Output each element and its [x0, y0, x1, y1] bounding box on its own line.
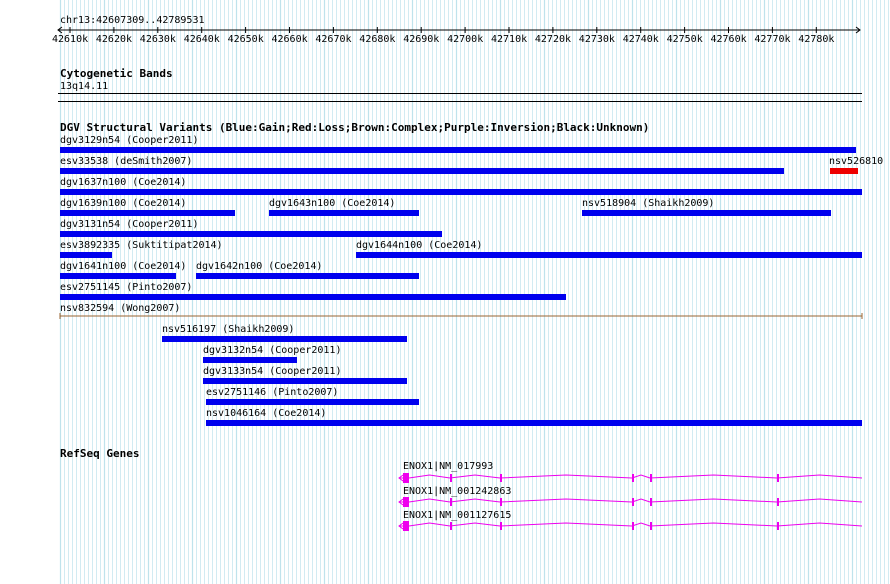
variant-bar[interactable] [60, 252, 112, 258]
variant-label[interactable]: dgv3129n54 (Cooper2011) [60, 135, 198, 146]
variant-label[interactable]: nsv526810 [829, 156, 883, 167]
variant-label[interactable]: dgv3131n54 (Cooper2011) [60, 219, 198, 230]
variant-bar[interactable] [206, 420, 862, 426]
ruler-tick-label: 42760k [710, 34, 747, 45]
variant-label[interactable]: esv3892335 (Suktitipat2014) [60, 240, 223, 251]
ruler-tick-label: 42630k [139, 34, 176, 45]
ruler-tick-label: 42610k [52, 34, 89, 45]
refseq-track-title: RefSeq Genes [60, 447, 140, 460]
variant-bar[interactable] [60, 147, 856, 153]
cytoband-bottom-line [58, 101, 862, 102]
variant-label[interactable]: esv33538 (deSmith2007) [60, 156, 192, 167]
dgv-track-title: DGV Structural Variants (Blue:Gain;Red:L… [60, 121, 650, 134]
variant-label[interactable]: esv2751146 (Pinto2007) [206, 387, 338, 398]
ruler-tick-label: 42640k [183, 34, 220, 45]
variant-label[interactable]: dgv3132n54 (Cooper2011) [203, 345, 341, 356]
ruler-tick-label: 42750k [666, 34, 703, 45]
variant-bar[interactable] [582, 210, 831, 216]
variant-bar[interactable] [206, 399, 419, 405]
ruler-tick-label: 42710k [491, 34, 528, 45]
variant-label[interactable]: dgv1644n100 (Coe2014) [356, 240, 482, 251]
variant-bar[interactable] [60, 189, 862, 195]
variant-label[interactable]: nsv516197 (Shaikh2009) [162, 324, 294, 335]
variant-bar[interactable] [60, 168, 784, 174]
ruler-tick-label: 42740k [622, 34, 659, 45]
genome-browser-panel: chr13:42607309..42789531 42610k 42620k 426… [0, 0, 890, 584]
variant-bar[interactable] [356, 252, 862, 258]
variant-bar[interactable] [60, 273, 176, 279]
transcript-model[interactable] [396, 518, 864, 534]
variant-label[interactable]: dgv3133n54 (Cooper2011) [203, 366, 341, 377]
cytoband-label: 13q14.11 [60, 81, 109, 92]
variant-label[interactable]: dgv1639n100 (Coe2014) [60, 198, 186, 209]
cytoband-track-title: Cytogenetic Bands [60, 67, 173, 80]
variant-bar[interactable] [830, 168, 858, 174]
variant-label[interactable]: nsv518904 (Shaikh2009) [582, 198, 714, 209]
variant-bar[interactable] [269, 210, 419, 216]
ruler-tick-label: 42720k [534, 34, 572, 45]
ruler-tick-label: 42680k [359, 34, 396, 45]
variant-bar[interactable] [60, 210, 235, 216]
ruler-tick-label: 42780k [798, 34, 835, 45]
cytoband-top-line [58, 93, 862, 94]
ruler-tick-label: 42700k [447, 34, 484, 45]
ruler-tick-label: 42730k [578, 34, 615, 45]
variant-bar[interactable] [60, 294, 566, 300]
variant-label[interactable]: dgv1637n100 (Coe2014) [60, 177, 186, 188]
variant-label[interactable]: esv2751145 (Pinto2007) [60, 282, 192, 293]
variant-label[interactable]: dgv1642n100 (Coe2014) [196, 261, 322, 272]
variant-label[interactable]: dgv1641n100 (Coe2014) [60, 261, 186, 272]
variant-bar[interactable] [196, 273, 419, 279]
transcript-model[interactable] [396, 494, 864, 510]
ruler-tick-label: 42770k [754, 34, 791, 45]
variant-bar[interactable] [60, 231, 442, 237]
variant-label[interactable]: dgv1643n100 (Coe2014) [269, 198, 395, 209]
variant-bar[interactable] [162, 336, 407, 342]
ruler-tick-label: 42620k [95, 34, 133, 45]
variant-bar[interactable] [203, 357, 297, 363]
variant-bar[interactable] [203, 378, 407, 384]
variant-span-line[interactable] [59, 312, 863, 320]
ruler-tick-label: 42690k [403, 34, 440, 45]
ruler-tick-label: 42670k [315, 34, 352, 45]
ruler-tick-label: 42650k [227, 34, 264, 45]
transcript-model[interactable] [396, 470, 864, 486]
ruler-tick-label: 42660k [271, 34, 308, 45]
variant-label[interactable]: nsv1046164 (Coe2014) [206, 408, 326, 419]
